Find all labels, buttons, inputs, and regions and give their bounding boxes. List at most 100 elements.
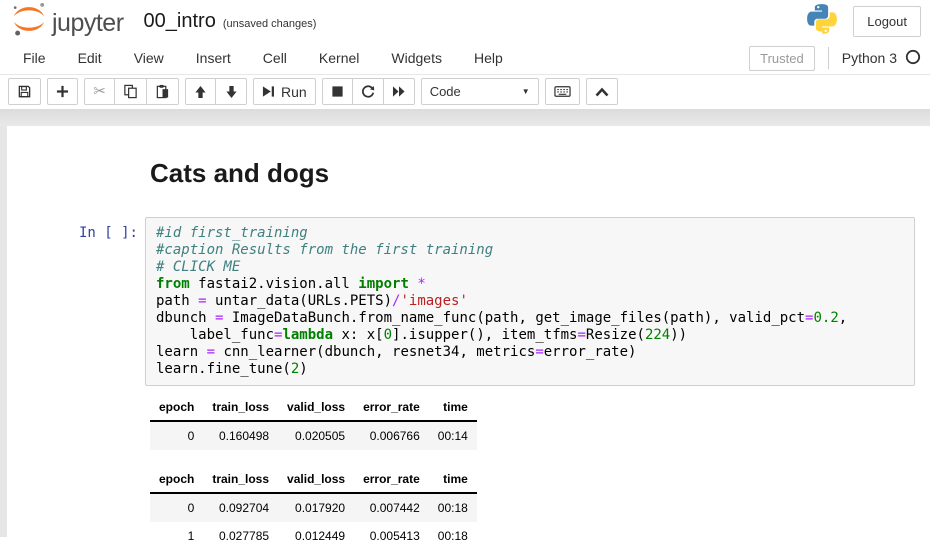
output-table-cell: 0.092704 xyxy=(203,493,278,522)
save-icon xyxy=(17,84,32,99)
output-table-row: 00.1604980.0205050.00676600:14 xyxy=(150,421,477,450)
menu-right: Trusted Python 3 xyxy=(749,46,923,71)
output-table-cell: 00:18 xyxy=(429,522,477,550)
cut-button[interactable]: ✂ xyxy=(84,78,115,105)
app-header: jupyter 00_intro (unsaved changes) Logou… xyxy=(0,0,930,42)
output-table-header: time xyxy=(429,394,477,421)
jupyter-logo-text: jupyter xyxy=(52,9,124,38)
cut-icon: ✂ xyxy=(93,84,106,99)
cell-prompt: In [ ]: xyxy=(7,217,145,386)
output-table-row: 00.0927040.0179200.00744200:18 xyxy=(150,493,477,522)
code-cell[interactable]: In [ ]: #id first_training#caption Resul… xyxy=(7,217,930,386)
kernel-idle-circle-icon xyxy=(905,49,921,68)
menu-insert[interactable]: Insert xyxy=(180,42,247,74)
output-table-cell: 0.020505 xyxy=(278,421,354,450)
markdown-heading: Cats and dogs xyxy=(150,158,930,189)
vertical-separator xyxy=(828,47,829,69)
add-cell-button[interactable] xyxy=(47,78,78,105)
chevron-up-icon xyxy=(595,87,609,97)
menu-file[interactable]: File xyxy=(7,42,62,74)
move-cell-down-button[interactable] xyxy=(216,78,247,105)
output-table-row: 10.0277850.0124490.00541300:18 xyxy=(150,522,477,550)
python-logo-icon xyxy=(805,2,839,41)
run-icon xyxy=(262,85,275,98)
menu-help[interactable]: Help xyxy=(458,42,519,74)
output-table: epochtrain_lossvalid_losserror_ratetime0… xyxy=(150,394,477,450)
jupyter-logo[interactable]: jupyter xyxy=(9,0,124,44)
output-table-cell: 0.005413 xyxy=(354,522,429,550)
restart-kernel-icon xyxy=(361,85,375,99)
paste-icon xyxy=(155,84,170,99)
move-down-icon xyxy=(225,85,238,99)
interrupt-kernel-button[interactable] xyxy=(322,78,353,105)
menu-view[interactable]: View xyxy=(118,42,180,74)
code-line: learn.fine_tune(2) xyxy=(156,361,904,378)
menu-kernel[interactable]: Kernel xyxy=(303,42,375,74)
kernel-indicator: Python 3 xyxy=(842,49,921,68)
save-button[interactable] xyxy=(8,78,41,105)
code-line: #id first_training xyxy=(156,225,904,242)
output-table-cell: 00:18 xyxy=(429,493,477,522)
output-table-header: epoch xyxy=(150,394,203,421)
move-cell-up-button[interactable] xyxy=(185,78,216,105)
output-table-header: time xyxy=(429,466,477,493)
output-table: epochtrain_lossvalid_losserror_ratetime0… xyxy=(150,466,477,550)
header-right: Logout xyxy=(805,2,921,41)
cell-type-select[interactable]: Code ▼ xyxy=(421,78,539,105)
output-table-header: epoch xyxy=(150,466,203,493)
code-line: # CLICK ME xyxy=(156,259,904,276)
output-table-cell: 0.160498 xyxy=(203,421,278,450)
output-table-header: valid_loss xyxy=(278,466,354,493)
code-line: #caption Results from the first training xyxy=(156,242,904,259)
copy-button[interactable] xyxy=(115,78,147,105)
logout-button[interactable]: Logout xyxy=(853,6,921,37)
add-cell-icon xyxy=(56,85,69,98)
restart-run-all-button[interactable] xyxy=(384,78,415,105)
menu-bar: File Edit View Insert Cell Kernel Widget… xyxy=(0,42,930,75)
output-table-header: train_loss xyxy=(203,466,278,493)
menu-edit[interactable]: Edit xyxy=(62,42,118,74)
output-table-header: train_loss xyxy=(203,394,278,421)
restart-kernel-button[interactable] xyxy=(353,78,384,105)
code-editor[interactable]: #id first_training#caption Results from … xyxy=(145,217,915,386)
run-cell-button[interactable]: Run xyxy=(253,78,316,105)
command-palette-button[interactable] xyxy=(545,78,580,105)
output-table-cell: 0.027785 xyxy=(203,522,278,550)
code-line: from fastai2.vision.all import * xyxy=(156,276,904,293)
output-table-cell: 0.012449 xyxy=(278,522,354,550)
output-table-header: error_rate xyxy=(354,394,429,421)
site-background: Cats and dogs In [ ]: #id first_training… xyxy=(0,126,930,537)
output-table-cell: 0.006766 xyxy=(354,421,429,450)
command-palette-keyboard-icon xyxy=(554,84,571,99)
output-table-cell: 0.007442 xyxy=(354,493,429,522)
kernel-name: Python 3 xyxy=(842,50,897,66)
run-button-label: Run xyxy=(281,84,307,100)
notebook-title[interactable]: 00_intro xyxy=(144,10,216,33)
move-up-icon xyxy=(194,85,207,99)
output-table-cell: 1 xyxy=(150,522,203,550)
output-table-cell: 0 xyxy=(150,421,203,450)
code-line: dbunch = ImageDataBunch.from_name_func(p… xyxy=(156,310,904,327)
copy-icon xyxy=(123,84,138,99)
header-shadow-band xyxy=(0,109,930,126)
menu-cell[interactable]: Cell xyxy=(247,42,303,74)
trusted-button[interactable]: Trusted xyxy=(749,46,815,71)
output-table-cell: 0.017920 xyxy=(278,493,354,522)
output-table-cell: 0 xyxy=(150,493,203,522)
output-table-header: valid_loss xyxy=(278,394,354,421)
scroll-up-button[interactable] xyxy=(586,78,618,105)
code-line: label_func=lambda x: x[0].isupper(), ite… xyxy=(156,327,904,344)
jupyter-logo-icon xyxy=(9,0,49,44)
notebook-container: Cats and dogs In [ ]: #id first_training… xyxy=(7,126,930,537)
toolbar: ✂ Run xyxy=(0,75,930,109)
paste-button[interactable] xyxy=(147,78,179,105)
checkpoint-status: (unsaved changes) xyxy=(223,18,317,30)
code-line: learn = cnn_learner(dbunch, resnet34, me… xyxy=(156,344,904,361)
code-line: path = untar_data(URLs.PETS)/'images' xyxy=(156,293,904,310)
menu-widgets[interactable]: Widgets xyxy=(375,42,458,74)
stop-icon xyxy=(331,85,344,98)
output-table-header: error_rate xyxy=(354,466,429,493)
dropdown-caret-icon: ▼ xyxy=(522,87,530,96)
cell-type-value: Code xyxy=(430,84,461,99)
outputs: epochtrain_lossvalid_losserror_ratetime0… xyxy=(150,386,930,550)
